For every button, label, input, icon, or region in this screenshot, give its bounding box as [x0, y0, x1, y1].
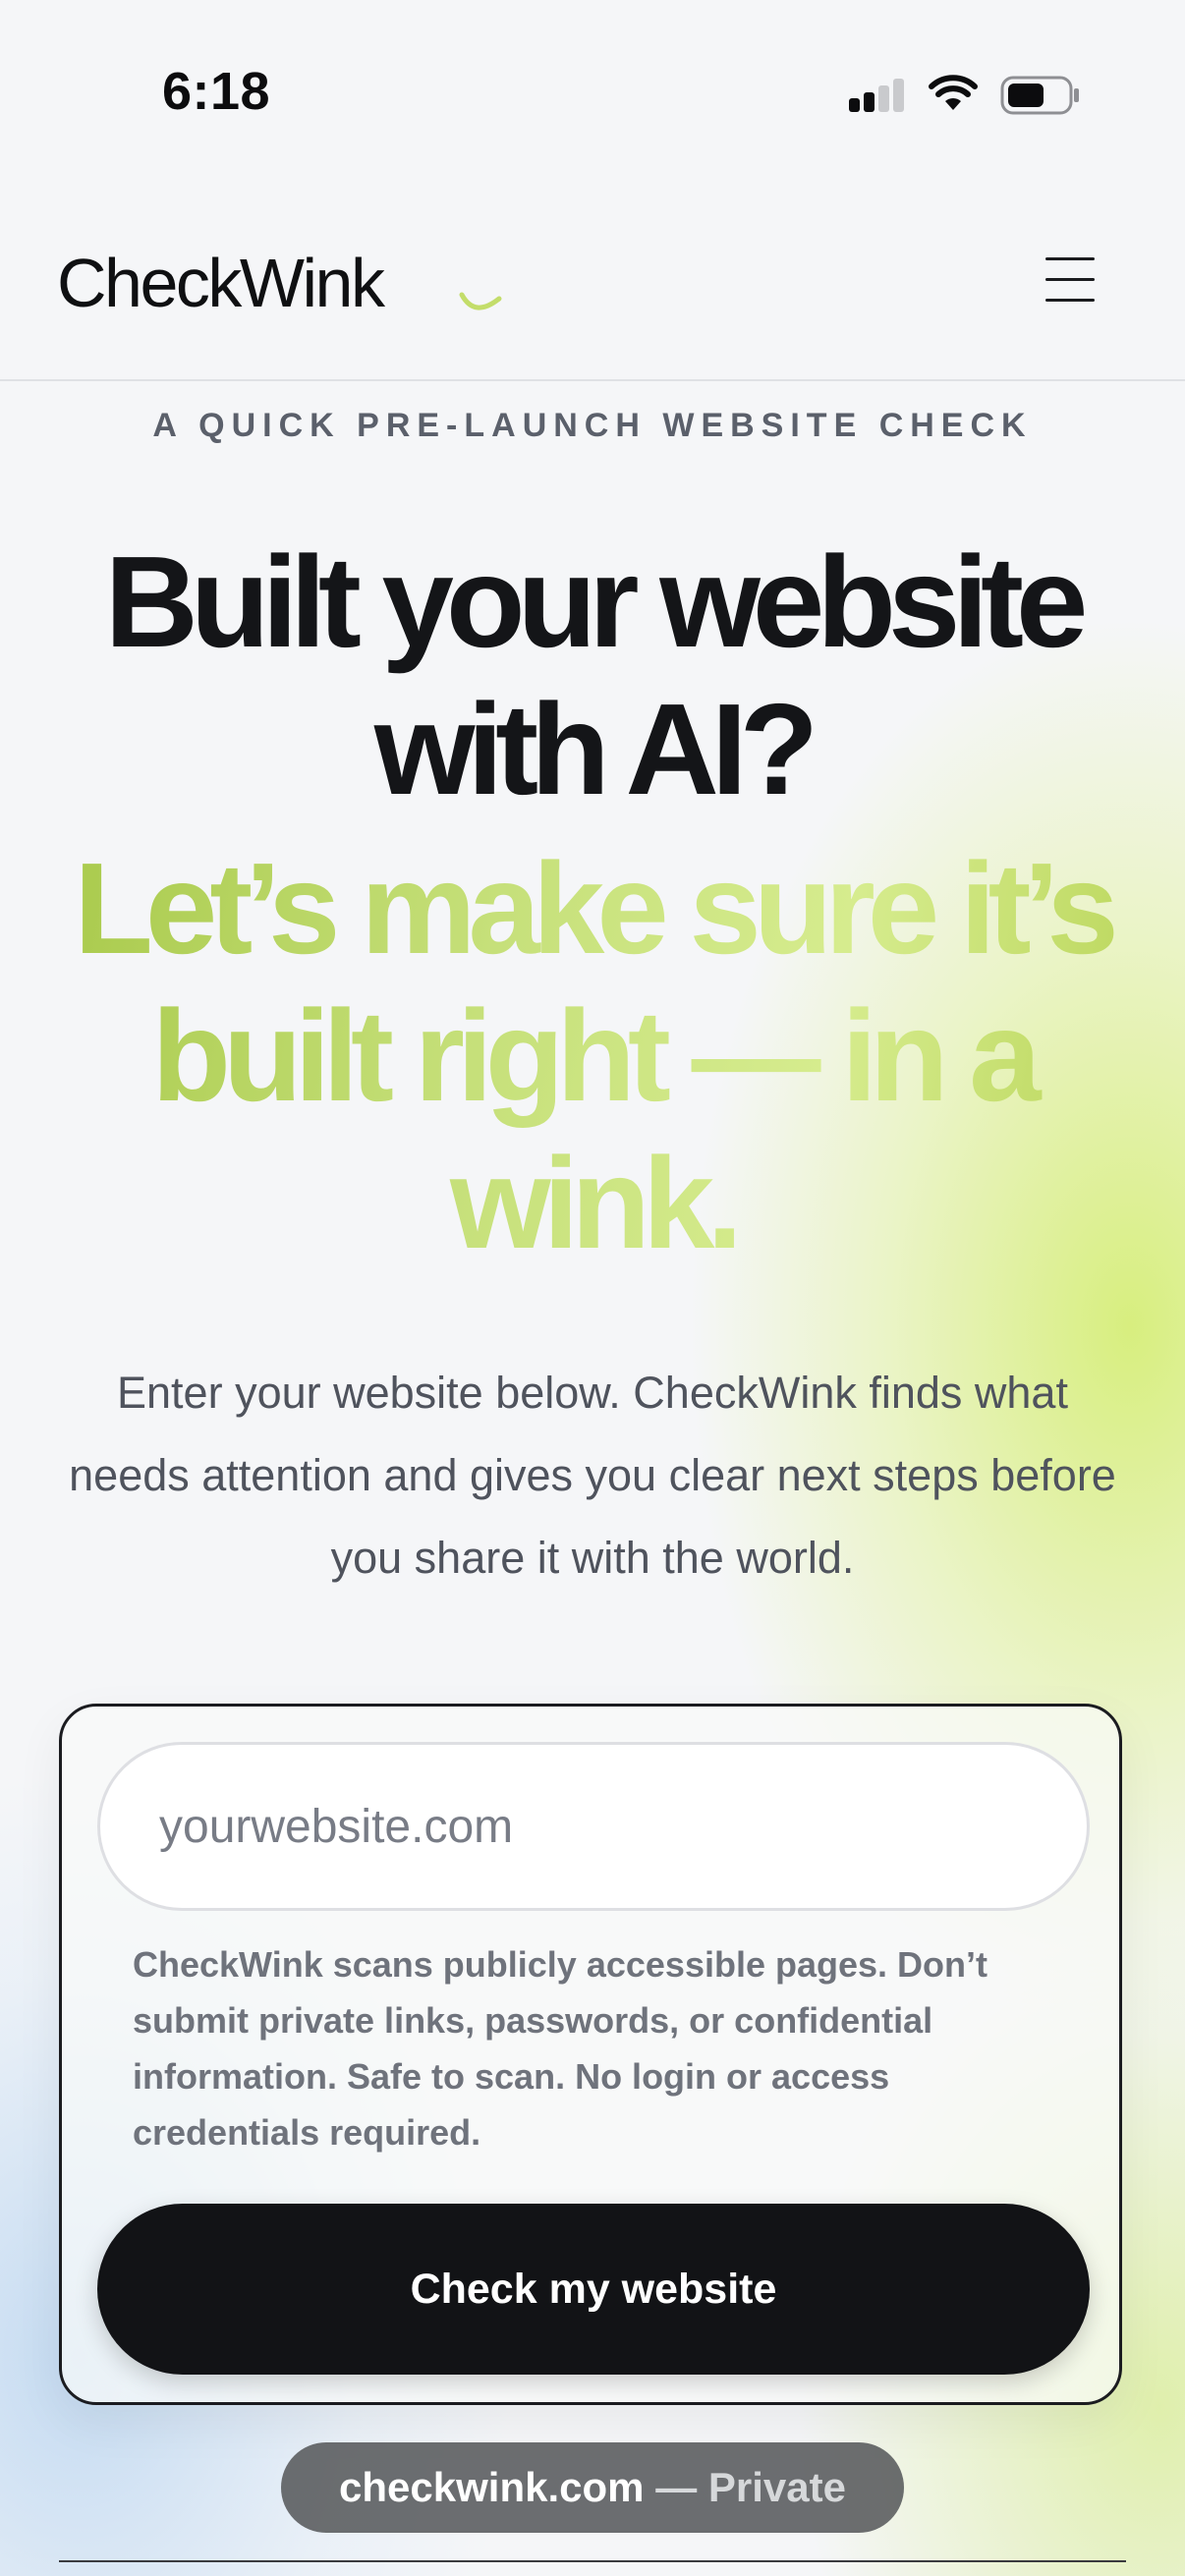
browser-private-mode: — Private: [655, 2464, 846, 2510]
status-bar: 6:18: [0, 0, 1185, 187]
hero-title: Built your website with AI?: [104, 530, 1089, 821]
hero-eyebrow: A QUICK PRE-LAUNCH WEBSITE CHECK: [152, 407, 1033, 444]
website-url-input[interactable]: [97, 1742, 1090, 1911]
check-website-button[interactable]: Check my website: [97, 2204, 1090, 2375]
battery-icon: [1000, 76, 1079, 115]
scan-form-card: CheckWink scans publicly accessible page…: [59, 1704, 1122, 2405]
hamburger-menu-icon[interactable]: [1045, 257, 1100, 305]
status-time: 6:18: [162, 62, 271, 121]
wink-icon: [459, 292, 502, 310]
logo-text: CheckWink: [57, 245, 385, 321]
privacy-note: CheckWink scans publicly accessible page…: [133, 1944, 988, 2153]
site-header: CheckWink: [0, 187, 1185, 381]
hero-description: Enter your website below. CheckWink find…: [69, 1368, 1116, 1583]
checkwink-logo[interactable]: CheckWink: [57, 244, 502, 322]
hero-subtitle: Let’s make sure it’s built right — in a …: [39, 835, 1146, 1277]
wifi-icon: [929, 75, 978, 110]
cellular-signal-icon: [849, 79, 904, 112]
browser-address-pill[interactable]: checkwink.com — Private: [281, 2442, 904, 2533]
browser-domain: checkwink.com: [339, 2464, 645, 2510]
bottom-divider: [59, 2560, 1126, 2562]
